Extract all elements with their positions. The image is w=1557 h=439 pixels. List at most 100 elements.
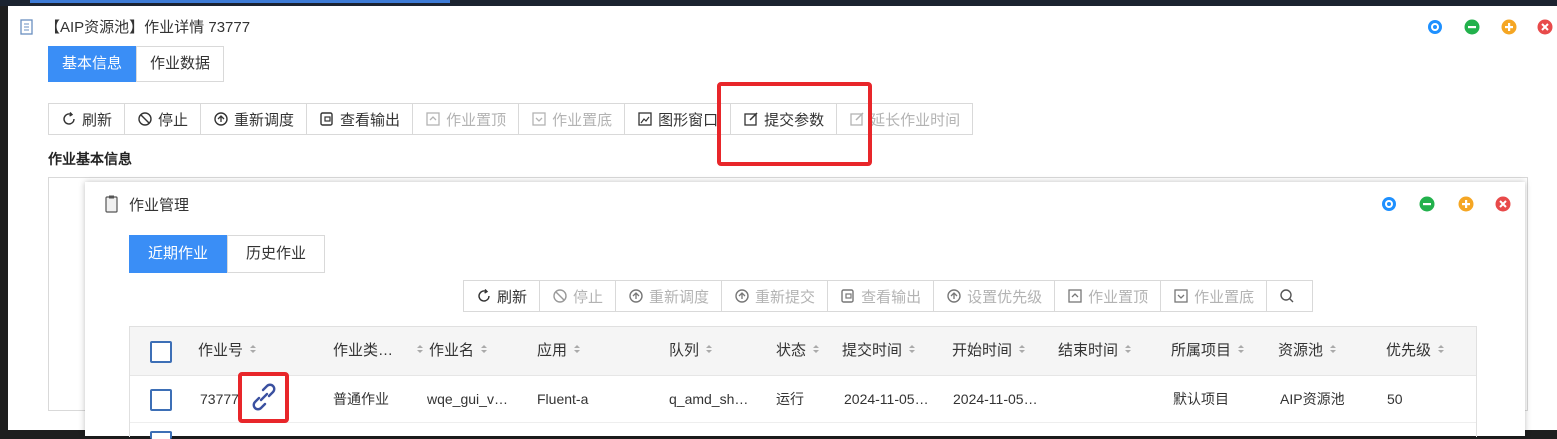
row-checkbox[interactable] [150, 389, 172, 411]
dialog-reschedule-button[interactable]: 重新调度 [616, 281, 723, 311]
sort-icon [415, 341, 425, 361]
reschedule-icon [214, 112, 228, 126]
graphic-window-button-label: 图形窗口 [658, 111, 719, 129]
dialog-set-priority-button[interactable]: 设置优先级 [934, 281, 1056, 311]
dialog-view-output-label: 查看输出 [861, 288, 922, 306]
priority-cell: 50 [1387, 391, 1403, 407]
reschedule-icon [629, 289, 643, 303]
dialog-job-top-button[interactable]: 作业置顶 [1055, 281, 1162, 311]
col-job-id-label: 作业号 [198, 342, 244, 359]
sort-icon [704, 341, 714, 361]
dialog-job-bottom-button[interactable]: 作业置底 [1161, 281, 1268, 311]
col-status[interactable]: 状态 [776, 341, 821, 361]
sort-icon [1017, 341, 1027, 361]
dialog-set-priority-label: 设置优先级 [967, 288, 1043, 306]
col-project[interactable]: 所属项目 [1171, 341, 1246, 361]
document-icon [20, 19, 34, 38]
priority-icon [947, 289, 961, 303]
refresh-button[interactable]: 刷新 [49, 104, 126, 134]
dialog-search-button[interactable] [1267, 281, 1312, 311]
bottom-icon [532, 112, 546, 126]
stop-button[interactable]: 停止 [125, 104, 202, 134]
col-job-name[interactable]: 作业名 [415, 341, 489, 361]
top-icon [426, 112, 440, 126]
col-pool-label: 资源池 [1278, 342, 1324, 359]
dialog-view-output-button[interactable]: 查看输出 [828, 281, 935, 311]
dialog-maximize-icon[interactable] [1458, 196, 1474, 212]
col-pool[interactable]: 资源池 [1278, 341, 1338, 361]
submit-time-cell: 2024-11-05… [844, 391, 929, 407]
col-submit-time[interactable]: 提交时间 [842, 341, 917, 361]
reschedule-button[interactable]: 重新调度 [201, 104, 308, 134]
dialog-restore-icon[interactable] [1381, 196, 1397, 212]
sort-icon [572, 341, 582, 361]
sort-icon [1328, 341, 1338, 361]
reschedule-button-label: 重新调度 [234, 111, 295, 129]
dialog-stop-label: 停止 [573, 288, 604, 306]
refresh-button-label: 刷新 [82, 111, 113, 129]
select-all-checkbox[interactable] [150, 341, 172, 363]
graphic-window-button[interactable]: 图形窗口 [625, 104, 732, 134]
tab-job-data[interactable]: 作业数据 [136, 46, 225, 82]
row-checkbox[interactable] [150, 431, 172, 439]
col-status-label: 状态 [776, 342, 807, 359]
stop-button-label: 停止 [158, 111, 189, 129]
job-top-button[interactable]: 作业置顶 [413, 104, 520, 134]
sort-icon [1236, 341, 1246, 361]
dialog-title: 作业管理 [129, 197, 190, 214]
sort-icon [479, 341, 489, 361]
tab-basic-info[interactable]: 基本信息 [48, 46, 137, 82]
job-name-cell: wqe_gui_v… [427, 391, 508, 407]
search-icon [1280, 289, 1294, 303]
extend-time-button-label: 延长作业时间 [870, 111, 961, 129]
highlight-graphic-window [717, 82, 872, 166]
col-queue[interactable]: 队列 [669, 341, 714, 361]
col-submit-time-label: 提交时间 [842, 342, 903, 359]
start-time-cell: 2024-11-05… [953, 391, 1038, 407]
table-row[interactable]: 73777 普通作业 wqe_gui_v… Fluent-a q_amd_sh…… [130, 376, 1476, 423]
clipboard-icon [105, 195, 119, 216]
dialog-resubmit-button[interactable]: 重新提交 [722, 281, 829, 311]
col-priority[interactable]: 优先级 [1386, 341, 1446, 361]
link-icon[interactable] [246, 379, 282, 415]
maximize-icon[interactable] [1501, 19, 1517, 35]
dialog-close-icon[interactable] [1495, 196, 1511, 212]
dialog-stop-button[interactable]: 停止 [540, 281, 617, 311]
graphic-window-icon [638, 112, 652, 126]
refresh-icon [478, 289, 490, 302]
col-app-label: 应用 [537, 342, 568, 359]
sort-icon [1123, 341, 1133, 361]
resubmit-icon [735, 289, 749, 303]
job-detail-window: 【AIP资源池】作业详情 73777 基本信息 作业数据 刷新 停止 重新调度 … [8, 6, 1557, 439]
window-title: 【AIP资源池】作业详情 73777 [45, 19, 251, 36]
view-output-button[interactable]: 查看输出 [307, 104, 414, 134]
dialog-minimize-icon[interactable] [1419, 196, 1435, 212]
sort-icon [1436, 341, 1446, 361]
tab-history-jobs[interactable]: 历史作业 [227, 235, 326, 273]
col-queue-label: 队列 [669, 342, 700, 359]
col-priority-label: 优先级 [1386, 342, 1432, 359]
close-icon[interactable] [1537, 19, 1553, 35]
col-job-id[interactable]: 作业号 [198, 341, 258, 361]
job-top-button-label: 作业置顶 [446, 111, 507, 129]
job-bottom-button[interactable]: 作业置底 [519, 104, 626, 134]
sort-icon [248, 341, 258, 361]
dialog-reschedule-label: 重新调度 [649, 288, 710, 306]
status-cell: 运行 [776, 391, 804, 407]
tab-recent-jobs[interactable]: 近期作业 [129, 235, 228, 273]
refresh-icon [63, 112, 75, 125]
job-id-link[interactable]: 73777 [200, 389, 239, 409]
app-cell: Fluent-a [537, 391, 589, 407]
col-start-time[interactable]: 开始时间 [952, 341, 1027, 361]
dialog-refresh-label: 刷新 [497, 288, 528, 306]
col-job-type[interactable]: 作业类… [333, 341, 393, 361]
col-job-type-label: 作业类… [333, 342, 394, 359]
minimize-icon[interactable] [1464, 19, 1480, 35]
top-strip-accent [30, 0, 450, 3]
dialog-refresh-button[interactable]: 刷新 [464, 281, 541, 311]
output-icon [841, 289, 854, 303]
restore-icon[interactable] [1427, 19, 1443, 35]
dialog-toolbar: 刷新 停止 重新调度 重新提交 查看输出 设置优先级 作业置顶 作业置底 [463, 280, 1314, 312]
col-app[interactable]: 应用 [537, 341, 582, 361]
col-end-time[interactable]: 结束时间 [1058, 341, 1133, 361]
